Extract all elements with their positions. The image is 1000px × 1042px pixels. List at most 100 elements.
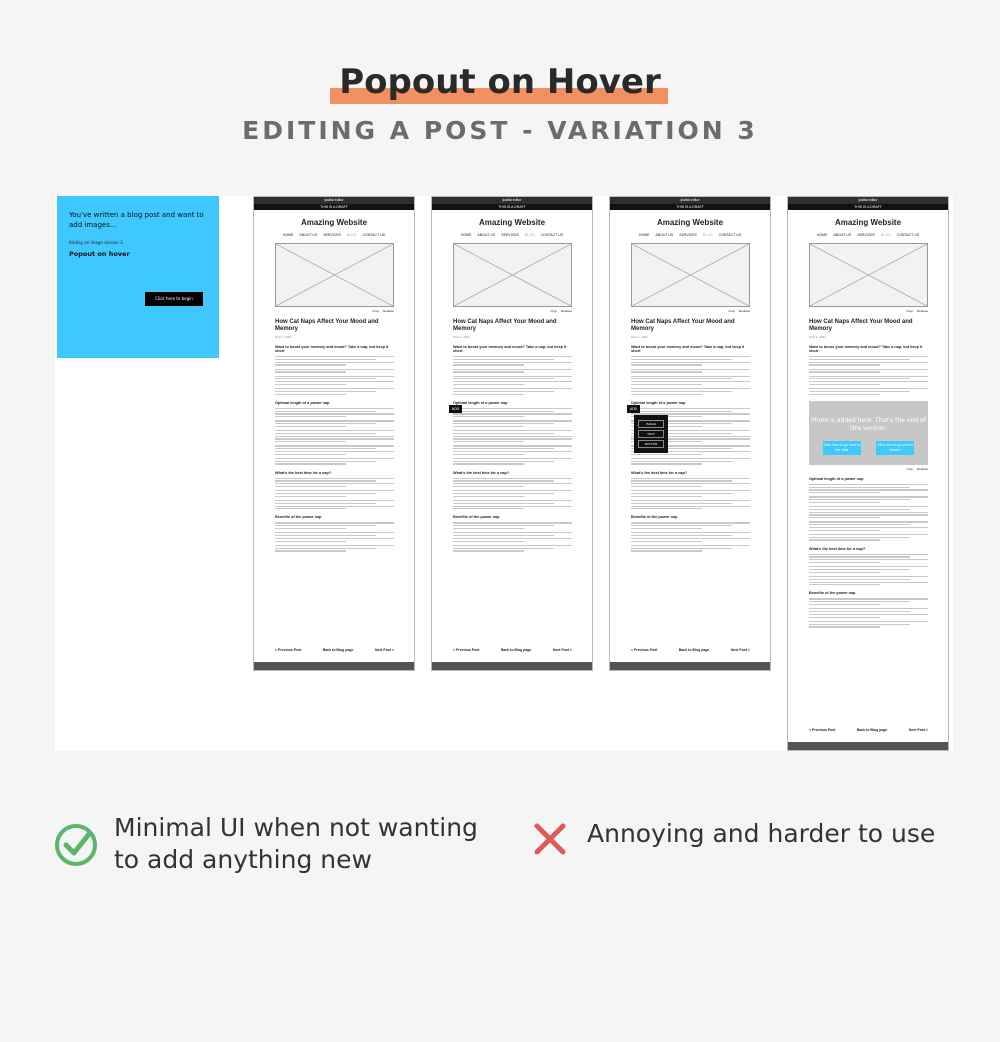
nav-item[interactable]: SERVICES — [323, 233, 341, 237]
page-bottom-bar — [254, 662, 414, 670]
text-lines — [809, 375, 928, 386]
nav-item[interactable]: ABOUT US — [655, 233, 673, 237]
blog-page-link[interactable]: Back to Blog page — [501, 648, 532, 652]
crop-link[interactable]: Crop — [906, 309, 913, 313]
replace-link[interactable]: Replace — [917, 467, 928, 471]
replace-link[interactable]: Replace — [383, 309, 394, 313]
replace-link[interactable]: Replace — [739, 309, 750, 313]
next-post-link[interactable]: Next Post > — [731, 648, 750, 652]
prev-post-link[interactable]: < Previous Post — [275, 648, 301, 652]
nav-item[interactable]: BLOG — [525, 233, 535, 237]
next-button[interactable]: Click here to go to next version — [876, 440, 914, 455]
section-heading: Optimal length of a power nap — [275, 400, 330, 405]
site-nav: HOME ABOUT US SERVICES BLOG CONTACT US — [610, 233, 770, 237]
nav-item[interactable]: SERVICES — [679, 233, 697, 237]
nav-item[interactable]: HOME — [817, 233, 828, 237]
menu-item-text[interactable]: TEXT — [638, 430, 664, 438]
nav-item[interactable]: CONTACT US — [897, 233, 919, 237]
crop-link[interactable]: Crop — [906, 467, 913, 471]
image-caption-links: Crop Replace — [432, 309, 572, 313]
back-button[interactable]: Click here to go back to the slide — [823, 440, 861, 455]
section-heading: What's the best time for a nap? — [275, 470, 332, 475]
nav-item[interactable]: SERVICES — [857, 233, 875, 237]
nav-item[interactable]: SERVICES — [501, 233, 519, 237]
page-subtitle: EDITING A POST - VARIATION 3 — [242, 116, 758, 145]
menu-item-image[interactable]: IMAGE — [638, 420, 664, 428]
image-placeholder — [275, 243, 394, 307]
menu-item-button[interactable]: BUTTON — [638, 440, 664, 448]
text-lines — [809, 533, 928, 541]
text-lines — [275, 522, 394, 530]
crop-link[interactable]: Crop — [550, 309, 557, 313]
text-lines — [809, 575, 928, 586]
page-mockup-3: justfai editor THIS IS A DRAFT Amazing Web… — [609, 196, 771, 671]
site-title: Amazing Website — [478, 218, 546, 227]
prev-post-link[interactable]: < Previous Post — [453, 648, 479, 652]
nav-item[interactable]: CONTACT US — [363, 233, 385, 237]
note-intro: You've written a blog post and want to a… — [69, 211, 204, 229]
add-button[interactable]: ADD — [449, 405, 462, 413]
editor-bar: justfai editor — [788, 197, 948, 204]
nav-item[interactable]: CONTACT US — [719, 233, 741, 237]
site-title: Amazing Website — [300, 218, 368, 227]
section-heading: Optimal length of a power nap — [631, 400, 686, 405]
crop-link[interactable]: Crop — [372, 309, 379, 313]
blog-page-link[interactable]: Back to Blog page — [679, 648, 710, 652]
site-title: Amazing Website — [656, 218, 724, 227]
check-icon — [55, 824, 97, 866]
next-post-link[interactable]: Next Post > — [553, 648, 572, 652]
begin-button[interactable]: Click here to begin — [145, 292, 203, 306]
replace-link[interactable]: Replace — [561, 309, 572, 313]
add-button[interactable]: ADD — [627, 405, 640, 413]
prev-post-link[interactable]: < Previous Post — [809, 728, 835, 732]
page-bottom-bar — [610, 662, 770, 670]
next-post-link[interactable]: Next Post > — [909, 728, 928, 732]
nav-item[interactable]: ABOUT US — [477, 233, 495, 237]
replace-link[interactable]: Replace — [917, 309, 928, 313]
nav-item[interactable]: BLOG — [347, 233, 357, 237]
nav-item[interactable]: BLOG — [703, 233, 713, 237]
page-mockup-1: justfai editor THIS IS A DRAFT Amazing Web… — [253, 196, 415, 671]
text-lines — [809, 620, 928, 628]
text-lines — [453, 532, 572, 542]
text-lines — [631, 457, 750, 465]
next-post-link[interactable]: Next Post > — [375, 648, 394, 652]
site-nav: HOME ABOUT US SERVICES BLOG CONTACT US — [254, 233, 414, 237]
nav-item[interactable]: ABOUT US — [833, 233, 851, 237]
post-date: Post 1, 2021 — [631, 335, 648, 339]
page-mockup-4: justfai editor THIS IS A DRAFT Amazing Web… — [787, 196, 949, 751]
section-heading: Benefits of the power nap — [275, 515, 322, 520]
image-caption-links: Crop Replace — [610, 309, 750, 313]
editor-bar: justfai editor — [254, 197, 414, 204]
text-lines — [809, 368, 928, 373]
nav-item[interactable]: HOME — [461, 233, 472, 237]
blog-page-link[interactable]: Back to Blog page — [323, 648, 354, 652]
section-heading: Want to boost your memory and mood? Take… — [631, 345, 745, 353]
prev-post-link[interactable]: < Previous Post — [631, 648, 657, 652]
text-lines — [275, 490, 394, 497]
text-lines — [631, 356, 750, 366]
text-lines — [453, 457, 572, 465]
text-lines — [275, 375, 394, 386]
section-heading: Want to boost your memory and mood? Take… — [275, 345, 389, 353]
nav-item[interactable]: HOME — [639, 233, 650, 237]
draft-bar: THIS IS A DRAFT — [432, 204, 592, 210]
site-title: Amazing Website — [834, 218, 902, 227]
text-lines — [275, 420, 394, 428]
blog-page-link[interactable]: Back to Blog page — [857, 728, 888, 732]
text-lines — [809, 521, 928, 531]
nav-item[interactable]: ABOUT US — [299, 233, 317, 237]
crop-link[interactable]: Crop — [728, 309, 735, 313]
post-date: Post 1, 2021 — [809, 335, 826, 339]
text-lines — [453, 375, 572, 386]
section-heading: Benefits of the power nap — [631, 515, 678, 520]
note-heading: Popout on hover — [69, 250, 130, 258]
nav-item[interactable]: HOME — [283, 233, 294, 237]
section-heading: Benefits of the power nap — [453, 515, 500, 520]
text-lines — [275, 430, 394, 443]
nav-item[interactable]: CONTACT US — [541, 233, 563, 237]
text-lines — [809, 496, 928, 504]
nav-item[interactable]: BLOG — [881, 233, 891, 237]
image-caption-links: Crop Replace — [254, 309, 394, 313]
post-footer-nav: < Previous Post Back to Blog page Next Pos… — [275, 648, 394, 652]
